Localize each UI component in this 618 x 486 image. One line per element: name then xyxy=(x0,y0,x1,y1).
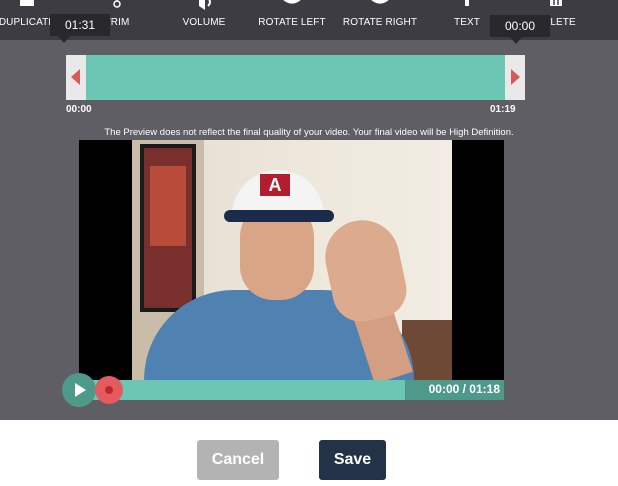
duplicate-icon xyxy=(20,0,34,6)
rotate-left-icon xyxy=(283,0,301,4)
trim-start-time: 00:00 xyxy=(66,104,92,115)
cap-logo: A xyxy=(260,174,290,196)
cancel-button[interactable]: Cancel xyxy=(197,440,279,480)
trim-end-handle[interactable] xyxy=(505,55,525,100)
playhead-marker[interactable] xyxy=(95,376,123,404)
video-preview[interactable]: A xyxy=(79,140,504,380)
rotate-left-label: ROTATE LEFT xyxy=(258,17,326,28)
preview-quality-notice: The Preview does not reflect the final q… xyxy=(104,127,514,138)
playback-progress-bar[interactable]: 00:00 / 01:18 xyxy=(92,380,504,400)
rotate-right-label: ROTATE RIGHT xyxy=(342,17,418,28)
arrow-left-icon xyxy=(71,69,80,85)
trim-end-time: 01:19 xyxy=(490,104,516,115)
trim-end-tooltip: 00:00 xyxy=(490,15,550,44)
rotate-right-tool[interactable]: ROTATE RIGHT xyxy=(340,0,420,40)
volume-icon xyxy=(199,0,211,10)
text-tool[interactable]: TEXT xyxy=(450,0,484,40)
trim-start-tooltip: 01:31 xyxy=(50,14,110,43)
volume-label: VOLUME xyxy=(182,17,226,28)
save-button[interactable]: Save xyxy=(319,440,386,480)
play-icon xyxy=(75,383,86,397)
rotate-right-icon xyxy=(371,0,389,4)
trim-range-bar[interactable] xyxy=(66,55,525,100)
delete-icon xyxy=(550,0,562,6)
text-icon xyxy=(465,0,469,6)
playhead-dot xyxy=(105,386,113,394)
text-label: TEXT xyxy=(454,17,480,28)
trim-icon xyxy=(113,0,121,8)
rotate-left-tool[interactable]: ROTATE LEFT xyxy=(256,0,328,40)
trim-start-handle[interactable] xyxy=(66,55,86,100)
playback-timecode: 00:00 / 01:18 xyxy=(428,382,500,396)
arrow-right-icon xyxy=(511,69,520,85)
video-frame: A xyxy=(132,140,452,380)
volume-tool[interactable]: VOLUME xyxy=(178,0,230,40)
play-button[interactable] xyxy=(62,373,96,407)
wall-picture xyxy=(140,144,196,312)
